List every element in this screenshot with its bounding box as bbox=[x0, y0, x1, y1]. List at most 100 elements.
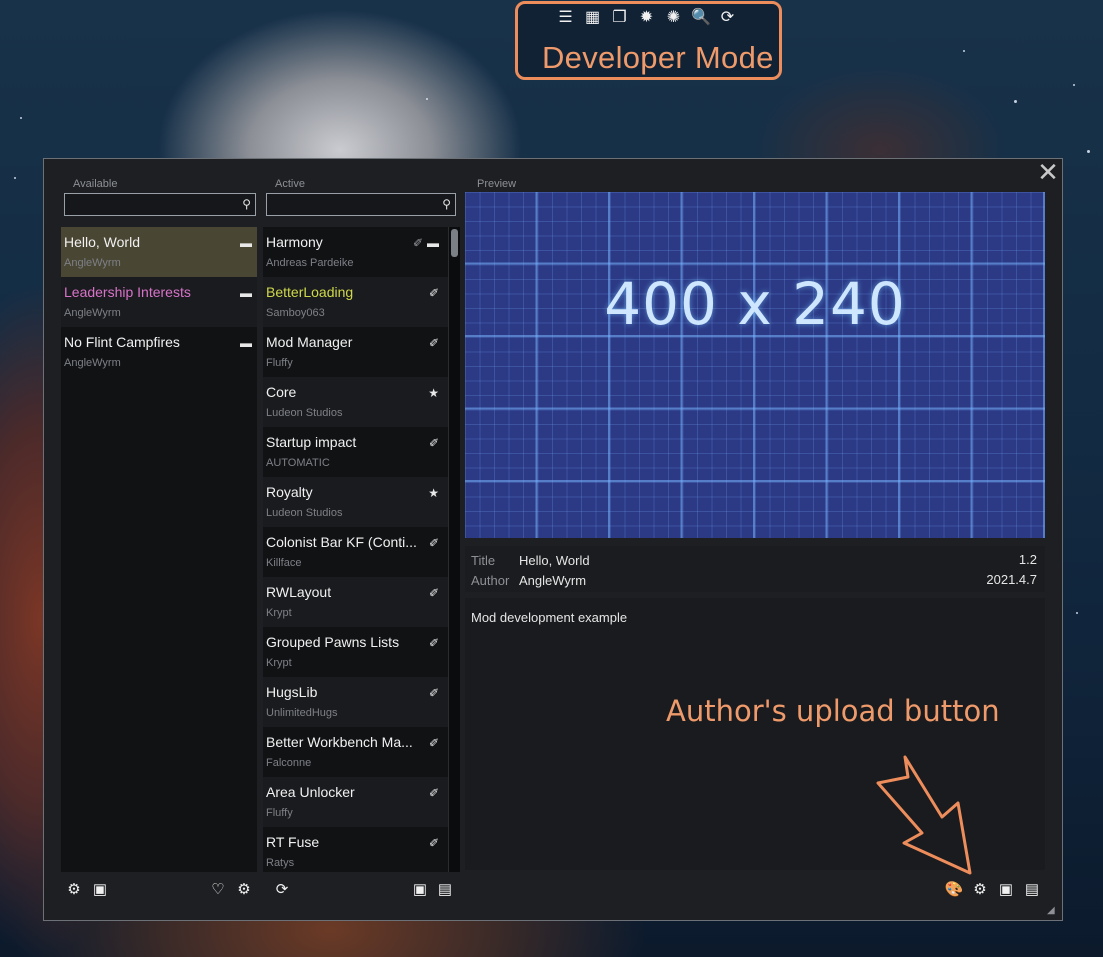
star-icon: ★ bbox=[428, 386, 439, 400]
description-text: Mod development example bbox=[471, 610, 628, 625]
developer-mode-label: Developer Mode bbox=[542, 40, 774, 75]
list-item[interactable]: Harmony Andreas Pardeike ✐ ▬ bbox=[263, 227, 460, 277]
mod-name: Better Workbench Ma... bbox=[266, 734, 413, 750]
list-item[interactable]: RT Fuse Ratys ✐ bbox=[263, 827, 460, 872]
mod-name: RT Fuse bbox=[266, 834, 320, 850]
star bbox=[14, 177, 16, 179]
mod-name: RWLayout bbox=[266, 584, 332, 600]
upload-button-annotation: Author's upload button bbox=[666, 694, 1000, 728]
preview-image: 400 x 240 bbox=[465, 192, 1045, 538]
steam-icon: ✐ bbox=[428, 336, 439, 350]
list-item[interactable]: Hello, World AngleWyrm ▬ bbox=[61, 227, 257, 277]
mod-name: Hello, World bbox=[64, 234, 140, 250]
star-icon: ★ bbox=[428, 486, 439, 500]
list-item[interactable]: Startup impact AUTOMATIC ✐ bbox=[263, 427, 460, 477]
mod-name: Colonist Bar KF (Conti... bbox=[266, 534, 417, 550]
mod-name: BetterLoading bbox=[266, 284, 354, 300]
mod-author: AngleWyrm bbox=[64, 307, 121, 319]
annotation-arrow bbox=[876, 755, 972, 875]
sparkle-icon[interactable]: ✹ bbox=[637, 8, 656, 27]
active-list-scrollbar[interactable] bbox=[448, 227, 460, 872]
active-search: ⚲ bbox=[266, 193, 456, 216]
preview-header: Preview bbox=[477, 178, 517, 190]
mod-name: Royalty bbox=[266, 484, 313, 500]
folder-delete-icon[interactable]: ▣ bbox=[90, 880, 110, 900]
mod-name: Core bbox=[266, 384, 297, 400]
developer-mode-toolbar: ☰ ▦ ❐ ✹ ✺ 🔍 ⟳ Developer Mode bbox=[515, 1, 782, 80]
mod-author: Ludeon Studios bbox=[266, 407, 343, 419]
mod-author: Fluffy bbox=[266, 357, 293, 369]
folder-icon: ▬ bbox=[240, 336, 252, 350]
scrollbar-thumb[interactable] bbox=[451, 229, 458, 257]
active-list: Harmony Andreas Pardeike ✐ ▬ BetterLoadi… bbox=[263, 227, 460, 872]
steam-manage-icon[interactable]: ⚙ bbox=[234, 880, 254, 900]
steam-icon: ✐ bbox=[428, 286, 439, 300]
available-list: Hello, World AngleWyrm ▬ Leadership Inte… bbox=[61, 227, 257, 872]
mod-title: Hello, World bbox=[519, 553, 590, 568]
mod-author: Ludeon Studios bbox=[266, 507, 343, 519]
document-add-icon[interactable]: ▤ bbox=[1022, 880, 1042, 900]
steam-icon: ✐ bbox=[428, 786, 439, 800]
star bbox=[1014, 100, 1017, 103]
available-search-input[interactable] bbox=[65, 194, 255, 215]
title-label: Title bbox=[471, 553, 496, 568]
list-item[interactable]: Core Ludeon Studios ★ bbox=[263, 377, 460, 427]
dev-toolbar-icons: ☰ ▦ ❐ ✹ ✺ 🔍 ⟳ bbox=[556, 8, 737, 27]
list-item[interactable]: Grouped Pawns Lists Krypt ✐ bbox=[263, 627, 460, 677]
list-item[interactable]: Royalty Ludeon Studios ★ bbox=[263, 477, 460, 527]
mod-author: AngleWyrm bbox=[64, 357, 121, 369]
table-icon[interactable]: ▦ bbox=[583, 8, 602, 27]
steam-icon: ✐ bbox=[428, 736, 439, 750]
list-item[interactable]: Area Unlocker Fluffy ✐ bbox=[263, 777, 460, 827]
mod-version: 1.2 bbox=[1018, 552, 1037, 567]
list-item[interactable]: Mod Manager Fluffy ✐ bbox=[263, 327, 460, 377]
resize-handle[interactable]: ◢ bbox=[1047, 905, 1059, 917]
mod-name: No Flint Campfires bbox=[64, 334, 180, 350]
list-item[interactable]: BetterLoading Samboy063 ✐ bbox=[263, 277, 460, 327]
close-icon[interactable]: ✕ bbox=[1036, 159, 1060, 185]
list-item[interactable]: Leadership Interests AngleWyrm ▬ bbox=[61, 277, 257, 327]
tag-icon[interactable]: ♡ bbox=[208, 880, 228, 900]
mod-name: Leadership Interests bbox=[64, 284, 191, 300]
folder-add-icon[interactable]: ▣ bbox=[410, 880, 430, 900]
steam-icon: ✐ bbox=[428, 636, 439, 650]
folder-delete-icon[interactable]: ▣ bbox=[996, 880, 1016, 900]
search-icon[interactable]: 🔍 bbox=[691, 8, 711, 27]
steam-icon: ✐ bbox=[428, 586, 439, 600]
steam-icon: ✐ bbox=[428, 436, 439, 450]
active-search-input[interactable] bbox=[267, 194, 455, 215]
mod-author: AUTOMATIC bbox=[266, 457, 330, 469]
list-item[interactable]: No Flint Campfires AngleWyrm ▬ bbox=[61, 327, 257, 377]
document-icon[interactable]: ▤ bbox=[435, 880, 455, 900]
mod-author: Killface bbox=[266, 557, 302, 569]
refresh-icon[interactable]: ⟳ bbox=[718, 8, 737, 27]
folder-icon: ▬ bbox=[427, 236, 439, 250]
steam-subscribe-icon[interactable]: ⚙ bbox=[64, 880, 84, 900]
list-item[interactable]: RWLayout Krypt ✐ bbox=[263, 577, 460, 627]
mod-author: Samboy063 bbox=[266, 307, 325, 319]
palette-icon[interactable]: 🎨 bbox=[944, 880, 964, 900]
mod-author-value: AngleWyrm bbox=[519, 573, 587, 588]
star bbox=[20, 117, 22, 119]
log-icon[interactable]: ☰ bbox=[556, 8, 575, 27]
mod-name: HugsLib bbox=[266, 684, 318, 700]
available-search: ⚲ bbox=[64, 193, 256, 216]
mod-author: Falconne bbox=[266, 757, 312, 769]
windows-icon[interactable]: ❐ bbox=[610, 8, 629, 27]
search-icon: ⚲ bbox=[242, 197, 251, 211]
mod-name: Harmony bbox=[266, 234, 323, 250]
mod-author: Ratys bbox=[266, 857, 295, 869]
list-item[interactable]: HugsLib UnlimitedHugs ✐ bbox=[263, 677, 460, 727]
mod-name: Area Unlocker bbox=[266, 784, 355, 800]
list-item[interactable]: Better Workbench Ma... Falconne ✐ bbox=[263, 727, 460, 777]
folder-icon: ▬ bbox=[240, 236, 252, 250]
upload-button[interactable]: ⚙ bbox=[970, 880, 990, 900]
mod-author: Krypt bbox=[266, 657, 292, 669]
list-item[interactable]: Colonist Bar KF (Conti... Killface ✐ bbox=[263, 527, 460, 577]
mod-name: Grouped Pawns Lists bbox=[266, 634, 400, 650]
preview-image-text: 400 x 240 bbox=[604, 270, 906, 338]
sparkle-alt-icon[interactable]: ✺ bbox=[664, 8, 683, 27]
refresh-icon[interactable]: ⟳ bbox=[272, 880, 292, 900]
active-header: Active bbox=[275, 178, 305, 190]
mod-author: Krypt bbox=[266, 607, 292, 619]
